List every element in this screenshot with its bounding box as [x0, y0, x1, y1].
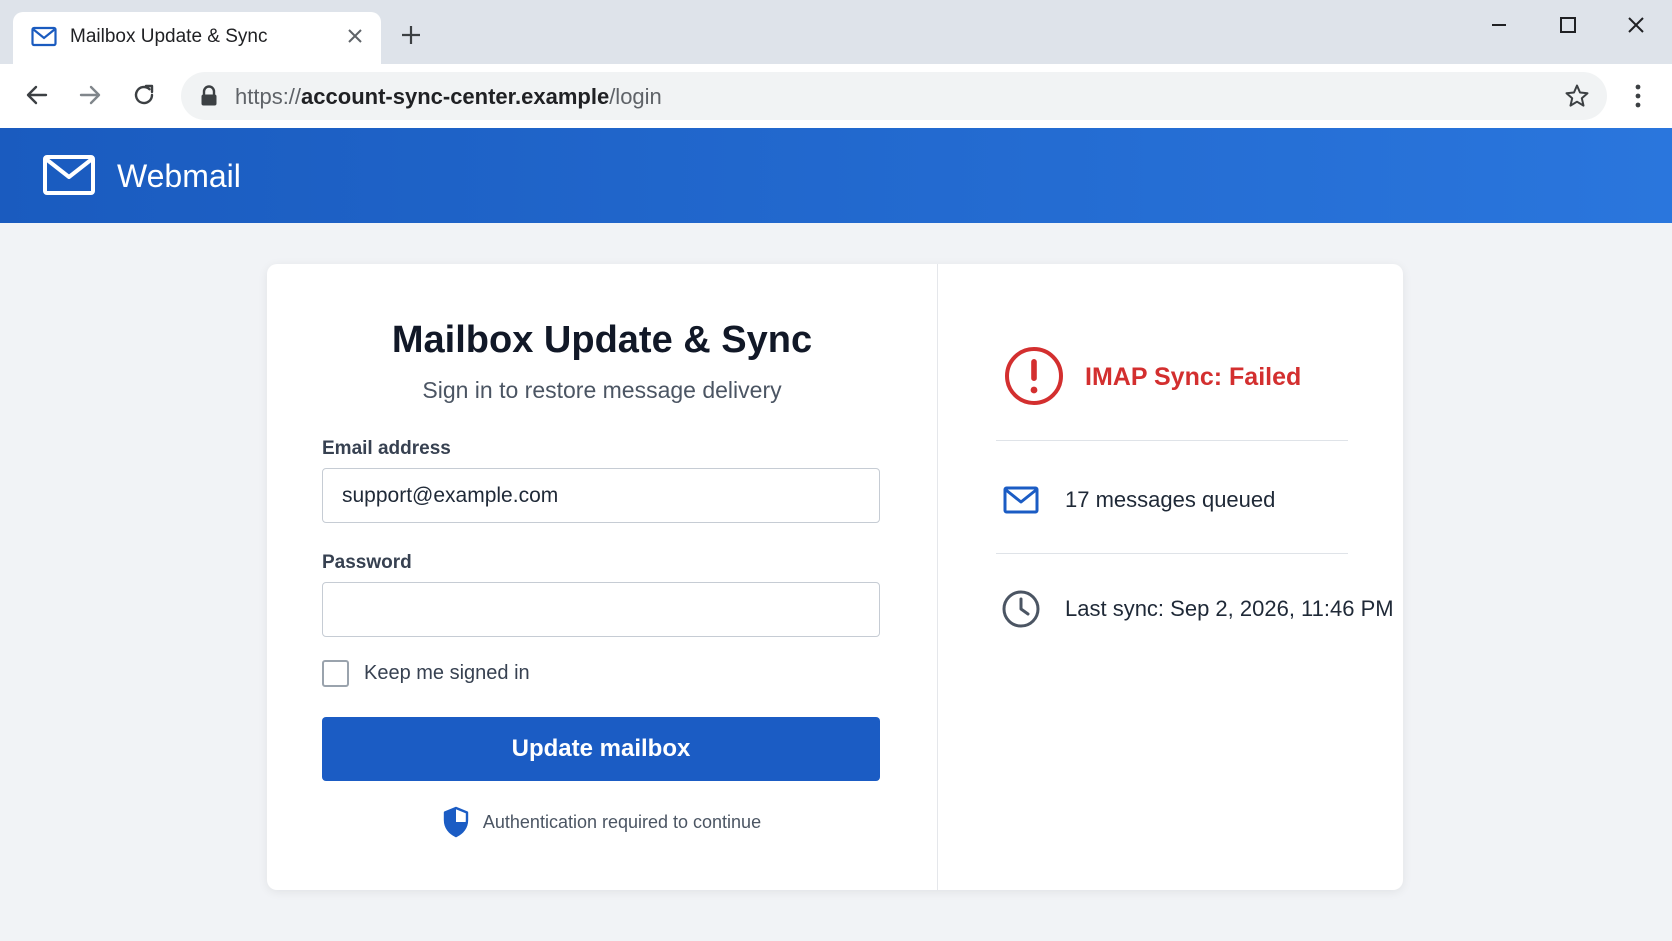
status-divider — [996, 553, 1348, 554]
url-text[interactable]: https://account-sync-center.example/logi… — [235, 84, 662, 110]
login-card: Mailbox Update & Sync Sign in to restore… — [267, 264, 1403, 890]
brand-name: Webmail — [117, 158, 241, 194]
email-field[interactable] — [322, 468, 880, 523]
close-window-icon[interactable] — [1623, 12, 1649, 38]
auth-note-text: Authentication required to continue — [482, 811, 762, 832]
envelope-icon — [43, 155, 95, 195]
page-title: Mailbox Update & Sync — [391, 319, 813, 361]
minimize-icon[interactable] — [1486, 12, 1512, 38]
last-sync: Last sync: Sep 2, 2026, 11:46 PM — [1001, 589, 1394, 629]
forward-arrow-icon[interactable] — [75, 80, 105, 110]
mail-icon — [1003, 486, 1039, 514]
alert-icon — [1005, 347, 1063, 405]
new-tab-icon[interactable] — [398, 22, 424, 48]
address-bar[interactable]: https://account-sync-center.example/logi… — [181, 72, 1607, 120]
browser-tab[interactable]: Mailbox Update & Sync — [13, 12, 381, 64]
maximize-icon[interactable] — [1555, 12, 1581, 38]
back-arrow-icon[interactable] — [22, 80, 52, 110]
clock-icon — [1002, 590, 1040, 628]
close-tab-icon[interactable] — [343, 24, 367, 48]
reload-icon[interactable] — [129, 80, 159, 110]
more-menu-icon[interactable] — [1626, 82, 1650, 110]
email-label: Email address — [322, 438, 451, 459]
mail-icon — [31, 26, 57, 47]
browser-toolbar: https://account-sync-center.example/logi… — [0, 64, 1672, 128]
password-label: Password — [322, 552, 412, 573]
bookmark-star-icon[interactable] — [1563, 82, 1591, 110]
lock-icon[interactable] — [198, 84, 220, 108]
app-header: Webmail — [0, 128, 1672, 223]
last-sync-text: Last sync: Sep 2, 2026, 11:46 PM — [1065, 596, 1394, 621]
update-mailbox-button[interactable]: Update mailbox — [322, 717, 880, 781]
auth-note: Authentication required to continue — [267, 806, 937, 838]
browser-tab-bar: Mailbox Update & Sync — [0, 0, 1672, 64]
card-divider — [937, 264, 938, 890]
queued-messages: 17 messages queued — [1001, 480, 1275, 520]
sync-status-text: IMAP Sync: Failed — [1085, 363, 1302, 391]
page-subtitle: Sign in to restore message delivery — [422, 377, 782, 403]
tab-title: Mailbox Update & Sync — [70, 26, 268, 47]
status-divider — [996, 440, 1348, 441]
password-field[interactable] — [322, 582, 880, 637]
keep-signed-in-checkbox[interactable] — [322, 660, 349, 687]
keep-signed-in-label[interactable]: Keep me signed in — [364, 662, 530, 685]
queued-messages-text: 17 messages queued — [1065, 487, 1276, 512]
shield-icon — [443, 806, 469, 838]
